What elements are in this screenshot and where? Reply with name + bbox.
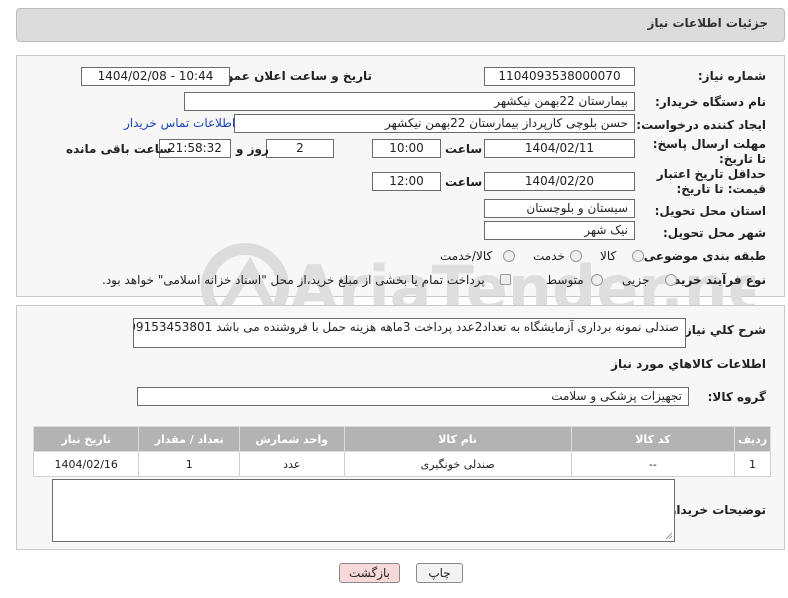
description-textarea[interactable]: صندلی نمونه برداری آزمایشگاه به تعداد2عد… [133, 318, 686, 348]
description-label: شرح کلي نياز: [680, 323, 766, 337]
cell-unit: عدد [238, 451, 345, 477]
process-medium-radio[interactable] [591, 274, 603, 286]
deadline-time-field[interactable]: 10:00 [372, 139, 441, 158]
cell-quantity: 1 [138, 451, 240, 477]
cell-item-name: صندلی خونگیری [343, 451, 572, 477]
price-validity-date-field[interactable]: 1404/02/20 [484, 172, 635, 191]
goods-group-field[interactable]: تجهیزات پزشکی و سلامت [137, 387, 689, 406]
goods-group-label: گروه کالا: [707, 390, 766, 404]
need-number-label: شماره نیاز: [697, 69, 766, 83]
days-field[interactable]: 2 [266, 139, 334, 158]
category-goods-label: کالا [600, 249, 617, 263]
category-label: طبقه بندی موضوعی: [638, 249, 766, 263]
col-row: ردیف [734, 426, 771, 452]
process-type-label: نوع فرآیند خرید : [665, 273, 766, 287]
process-minor-label: جزیی [622, 273, 650, 287]
print-button[interactable]: چاپ [416, 563, 463, 583]
province-label: استان محل تحویل: [654, 204, 766, 218]
buyer-org-label: نام دستگاه خریدار: [655, 95, 766, 109]
resize-handle-icon [665, 532, 673, 540]
category-goods-service-label: کالا/خدمت [440, 249, 493, 263]
days-label: روز و [236, 142, 269, 156]
creator-field[interactable]: حسن بلوچی کارپرداز بیمارستان 22بهمن نیکش… [234, 114, 635, 133]
price-validity-time-label: ساعت [445, 175, 483, 189]
page-title: جزئیات اطلاعات نیاز [647, 16, 768, 30]
city-label: شهر محل تحویل: [662, 226, 766, 240]
category-goods-service-radio[interactable] [503, 250, 515, 262]
category-service-label: خدمت [533, 249, 565, 263]
buyer-notes-textarea[interactable] [52, 479, 675, 542]
cell-row: 1 [734, 451, 771, 477]
deadline-time-label: ساعت [445, 142, 483, 156]
need-number-field[interactable]: 1104093538000070 [484, 67, 635, 86]
goods-info-title: اطلاعات کالاهاي مورد نياز [611, 357, 766, 371]
province-field[interactable]: سیستان و بلوچستان [484, 199, 635, 218]
col-unit: واحد شمارش [238, 426, 345, 452]
goods-table: تاریخ نیاز تعداد / مقدار واحد شمارش نام … [32, 426, 771, 477]
cell-item-code: -- [570, 451, 736, 477]
buyer-org-field[interactable]: بیمارستان 22بهمن نیکشهر [184, 92, 635, 111]
col-item-name: نام کالا [343, 426, 572, 452]
process-medium-label: متوسط [546, 273, 584, 287]
deadline-date-field[interactable]: 1404/02/11 [484, 139, 635, 158]
contact-info-link[interactable]: اطلاعات تماس خریدار [124, 116, 235, 130]
col-need-date: تاریخ نیاز [32, 426, 140, 452]
buyer-notes-label: توضیحات خریدار: [664, 503, 766, 517]
table-row: 1404/02/16 1 عدد صندلی خونگیری -- 1 [32, 451, 771, 477]
process-minor-radio[interactable] [665, 274, 677, 286]
city-field[interactable]: نیک شهر [484, 221, 635, 240]
deadline-label: مهلت ارسال پاسخ: تا تاریخ: [652, 137, 766, 166]
price-validity-time-field[interactable]: 12:00 [372, 172, 441, 191]
treasury-payment-note: پرداخت تمام یا بخشی از مبلغ خرید،از محل … [102, 273, 485, 287]
category-goods-radio[interactable] [632, 250, 644, 262]
price-validity-label: حداقل تاریخ اعتبار قیمت: تا تاریخ: [656, 167, 766, 196]
treasury-payment-checkbox[interactable] [500, 274, 511, 285]
col-item-code: کد کالا [570, 426, 736, 452]
announce-field[interactable]: 1404/02/08 - 10:44 [81, 67, 230, 86]
remaining-time-label: ساعت باقی مانده [66, 142, 172, 156]
col-quantity: تعداد / مقدار [138, 426, 240, 452]
table-header-row: تاریخ نیاز تعداد / مقدار واحد شمارش نام … [32, 426, 771, 452]
cell-need-date: 1404/02/16 [32, 451, 140, 477]
back-button[interactable]: بازگشت [339, 563, 400, 583]
category-service-radio[interactable] [570, 250, 582, 262]
creator-label: ایجاد کننده درخواست: [636, 118, 766, 132]
